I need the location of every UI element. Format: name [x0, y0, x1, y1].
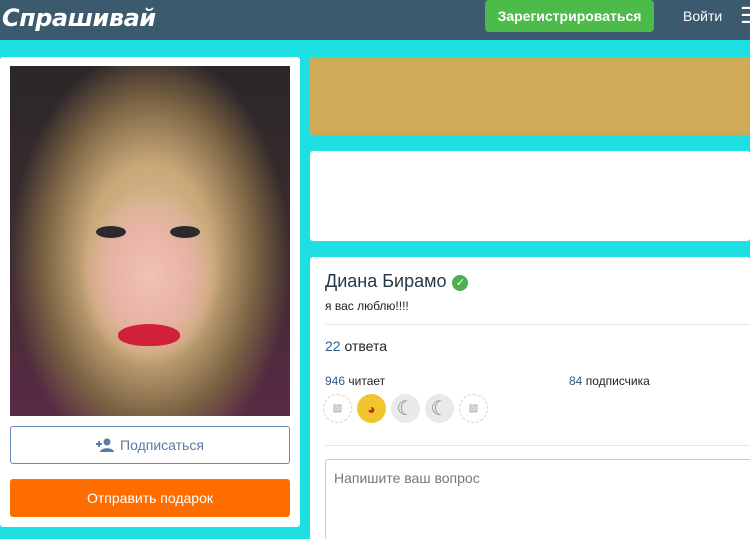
- broken-image-icon[interactable]: ▧: [323, 394, 352, 423]
- register-button[interactable]: Зарегистрироваться: [485, 0, 654, 32]
- profile-status: я вас люблю!!!!: [325, 299, 409, 313]
- answers-label: ответа: [344, 338, 388, 354]
- readers-count[interactable]: 946 читает: [325, 374, 385, 388]
- divider: [325, 445, 750, 446]
- followers-list: ▧ ◕ ☾ ☾ ▧: [323, 394, 488, 426]
- answers-count[interactable]: 22 ответа: [325, 338, 387, 354]
- add-user-icon: [96, 429, 115, 465]
- top-bar: Спрашивай Зарегистрироваться Войти ☰: [0, 0, 750, 40]
- moon-avatar-icon[interactable]: ☾: [425, 394, 454, 423]
- photo-detail: [170, 226, 200, 238]
- moon-avatar-icon[interactable]: ☾: [391, 394, 420, 423]
- emoji-avatar-icon[interactable]: ◕: [357, 394, 386, 423]
- subscribers-count[interactable]: 84 подписчика: [569, 374, 650, 388]
- broken-image-icon[interactable]: ▧: [459, 394, 488, 423]
- send-gift-button[interactable]: Отправить подарок: [10, 479, 290, 517]
- ad-block: [310, 151, 750, 241]
- profile-name-text: Диана Бирамо: [325, 271, 447, 291]
- readers-label: читает: [348, 374, 386, 388]
- menu-icon[interactable]: ☰: [740, 2, 750, 30]
- subscribers-number: 84: [569, 374, 583, 388]
- profile-name: Диана Бирамо ✓: [325, 269, 469, 293]
- question-input[interactable]: [325, 459, 750, 539]
- divider: [325, 324, 750, 325]
- readers-number: 946: [325, 374, 346, 388]
- photo-detail: [118, 324, 180, 346]
- site-logo[interactable]: Спрашивай: [2, 2, 156, 34]
- profile-banner: [310, 57, 750, 135]
- subscribe-button[interactable]: Подписаться: [10, 426, 290, 464]
- verified-check-icon: ✓: [452, 275, 469, 291]
- subscribe-label: Подписаться: [120, 437, 204, 453]
- photo-detail: [96, 226, 126, 238]
- login-link[interactable]: Войти: [683, 0, 722, 32]
- answers-number: 22: [325, 338, 341, 354]
- profile-photo[interactable]: [10, 66, 290, 416]
- profile-sidebar-card: Подписаться Отправить подарок: [0, 57, 300, 527]
- profile-info-card: Диана Бирамо ✓ я вас люблю!!!! 22 ответа …: [310, 257, 750, 539]
- subscribers-label: подписчика: [585, 374, 650, 388]
